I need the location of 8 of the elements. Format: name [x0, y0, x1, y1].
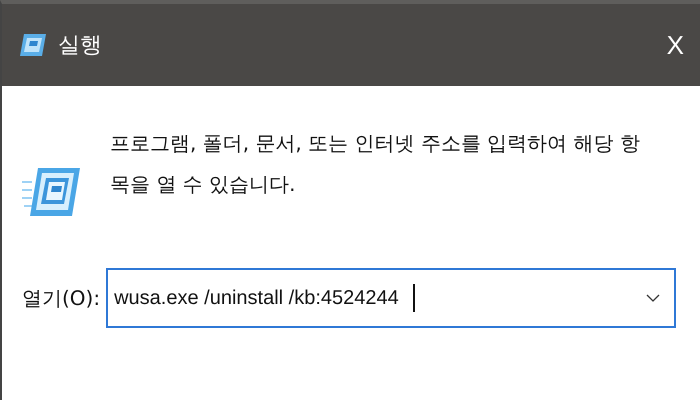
text-cursor	[412, 284, 415, 312]
dropdown-chevron-icon[interactable]	[646, 294, 660, 302]
close-button[interactable]: X	[660, 30, 690, 60]
description-text: 목을 열 수 있습니다.	[110, 171, 296, 198]
open-label: 열기(O):	[22, 284, 100, 312]
open-combo-field[interactable]: wusa.exe /uninstall /kb:4524244	[106, 268, 676, 328]
description-text: 프로그램, 폴더, 문서, 또는 인터넷 주소를 입력하여 해당 항	[110, 130, 640, 157]
window-title: 실행	[58, 32, 103, 60]
